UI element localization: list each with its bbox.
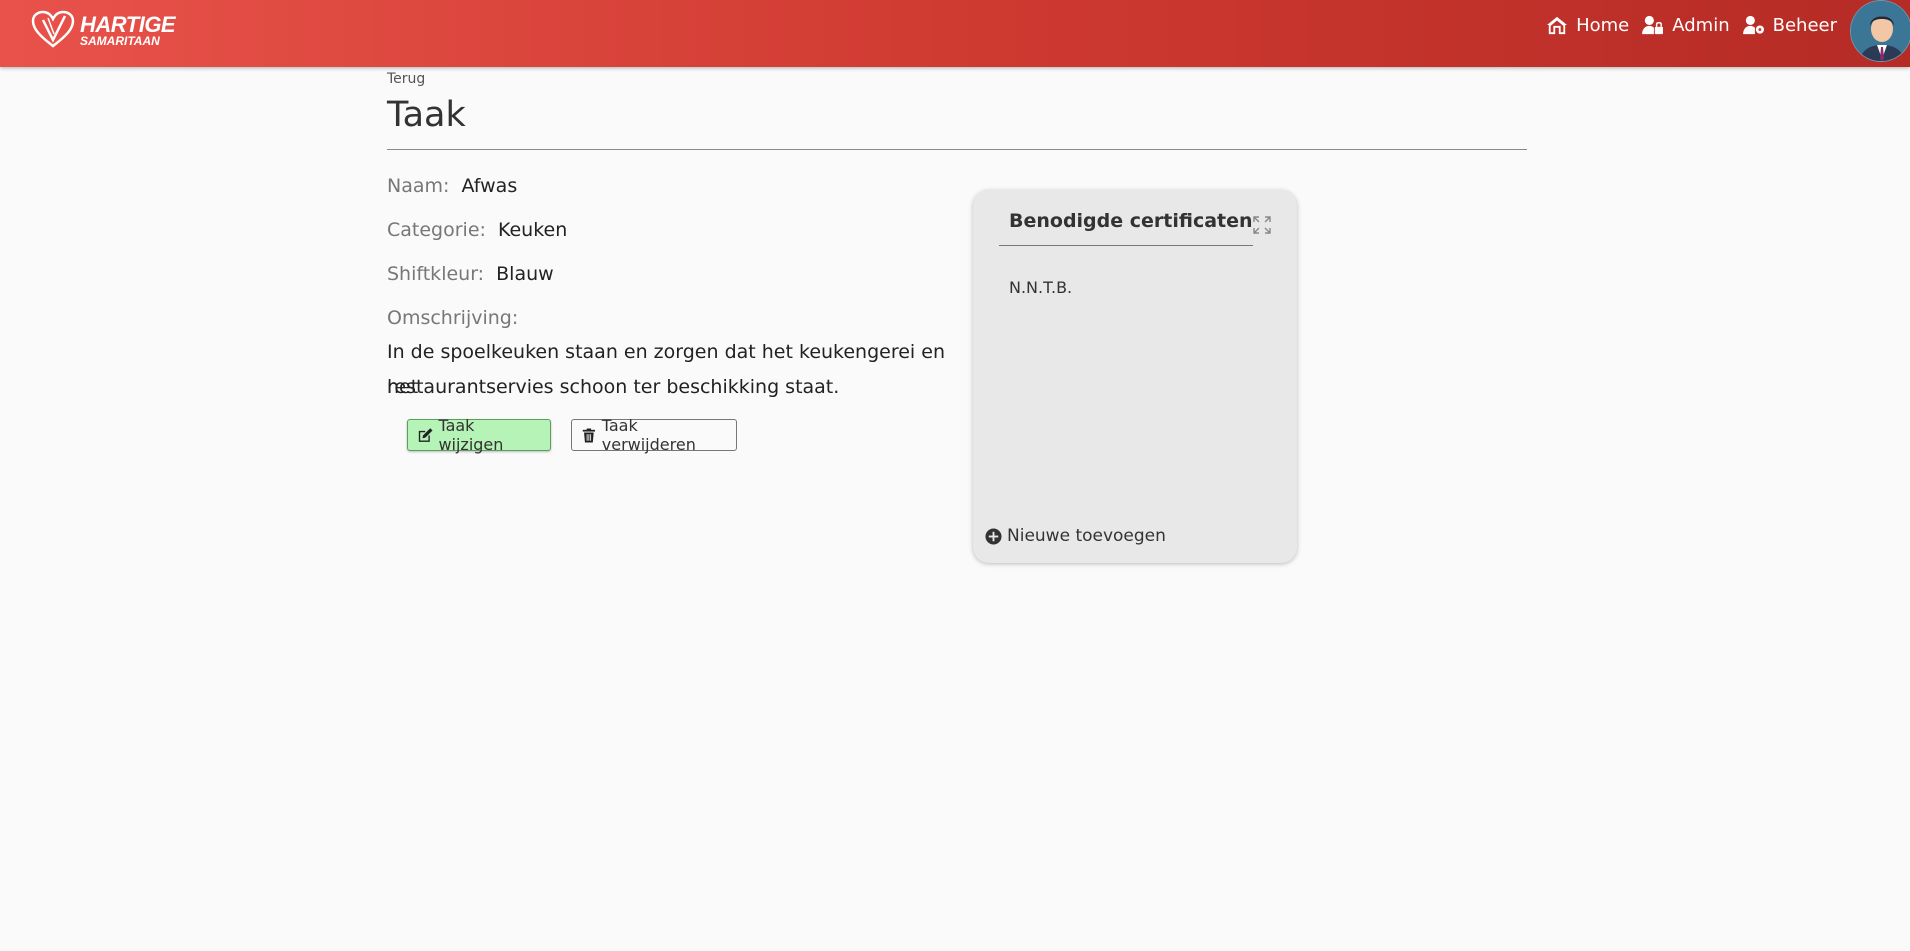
nav-beheer-label: Beheer xyxy=(1772,14,1837,36)
naam-value: Afwas xyxy=(461,175,518,197)
user-avatar[interactable] xyxy=(1850,0,1910,62)
add-certificate-label: Nieuwe toevoegen xyxy=(1007,526,1166,546)
certificates-divider xyxy=(999,245,1253,246)
plus-circle-icon xyxy=(985,527,1002,545)
field-shiftkleur: Shiftkleur: Blauw xyxy=(387,263,554,285)
edit-task-label: Taak wijzigen xyxy=(438,416,504,454)
back-link[interactable]: Terug xyxy=(387,71,425,87)
field-omschrijving: Omschrijving: xyxy=(387,307,518,329)
nav-beheer[interactable]: Beheer xyxy=(1742,0,1837,50)
logo[interactable]: HARTIGE SAMARITAAN xyxy=(30,10,176,50)
home-icon xyxy=(1547,16,1568,35)
nav-home[interactable]: Home xyxy=(1546,0,1629,50)
add-certificate-button[interactable]: Nieuwe toevoegen xyxy=(985,526,1166,546)
certificates-card: Benodigde certificaten N.N.T.B. Nieuwe t… xyxy=(973,190,1297,563)
certificates-title: Benodigde certificaten xyxy=(1009,210,1253,232)
omschrijving-label: Omschrijving: xyxy=(387,307,519,329)
trash-icon xyxy=(582,428,595,442)
certificate-item: N.N.T.B. xyxy=(1009,278,1073,297)
user-cog-icon xyxy=(1742,15,1764,35)
edit-task-button[interactable]: Taak wijzigen xyxy=(407,416,551,454)
user-lock-icon xyxy=(1642,15,1664,35)
edit-icon xyxy=(418,427,433,442)
categorie-label: Categorie: xyxy=(387,219,486,241)
field-categorie: Categorie: Keuken xyxy=(387,219,567,241)
omschrijving-line2: restaurantservies schoon ter beschikking… xyxy=(387,376,840,398)
avatar-icon xyxy=(1851,1,1910,61)
top-navbar: HARTIGE SAMARITAAN Home Admin Beheer xyxy=(0,0,1910,67)
logo-text-line1: HARTIGE xyxy=(80,11,176,37)
delete-task-button[interactable]: Taak verwijderen xyxy=(571,416,737,454)
shiftkleur-value: Blauw xyxy=(496,263,554,285)
page-title: Taak xyxy=(387,95,466,135)
shiftkleur-label: Shiftkleur: xyxy=(387,263,485,285)
delete-task-label: Taak verwijderen xyxy=(601,416,696,454)
nav-admin-label: Admin xyxy=(1672,14,1730,36)
categorie-value: Keuken xyxy=(497,219,568,241)
nav-admin[interactable]: Admin xyxy=(1642,0,1730,50)
heart-logo-icon xyxy=(31,10,75,48)
nav-home-label: Home xyxy=(1576,14,1630,36)
expand-icon[interactable] xyxy=(1253,216,1271,234)
title-divider xyxy=(387,149,1527,150)
field-naam: Naam: Afwas xyxy=(387,175,517,197)
naam-label: Naam: xyxy=(387,175,450,197)
